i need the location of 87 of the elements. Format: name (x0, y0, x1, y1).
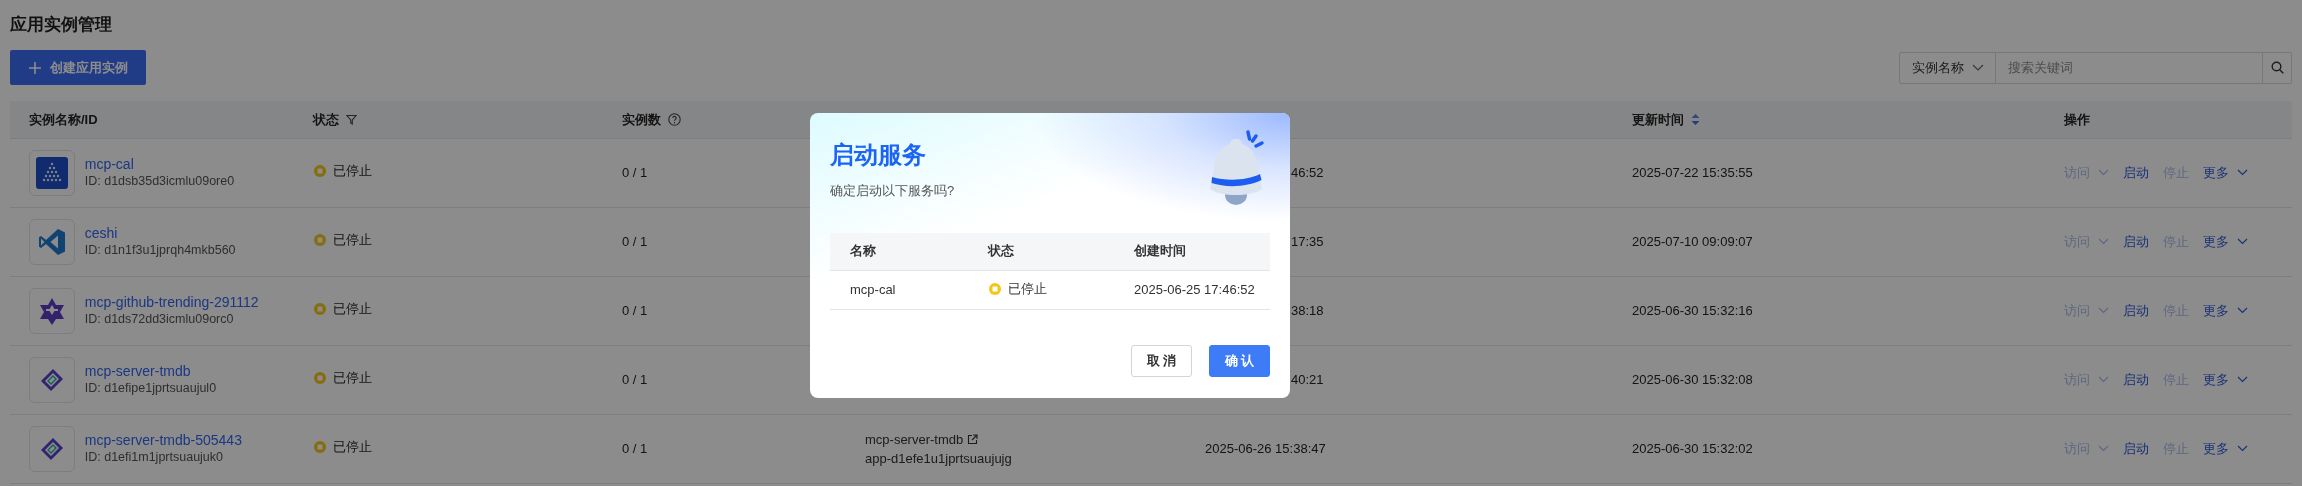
created-time: 40:21 (1291, 371, 1324, 387)
chevron-down-icon (2098, 445, 2109, 452)
column-header: 状态 (313, 110, 339, 129)
stopped-icon (313, 233, 327, 248)
app-id: app-d1efe1u1jprtsuaujujg (865, 449, 1013, 468)
instance-count: 0 / 1 (622, 440, 648, 456)
action-link[interactable]: 启动 (2123, 438, 2149, 459)
stopped-icon (313, 164, 327, 179)
instance-count: 0 / 1 (622, 371, 648, 387)
chevron-down-icon (2098, 169, 2109, 176)
column-header: 创建时间 (1134, 243, 1186, 258)
updated-time: 2025-06-30 15:32:08 (1632, 371, 1753, 387)
updated-time: 2025-07-10 09:09:07 (1632, 233, 1753, 249)
instance-name-link[interactable]: ceshi (84, 224, 236, 242)
pyramid-logo-icon (36, 156, 68, 189)
chevron-down-icon (2237, 169, 2248, 176)
search-field[interactable]: 搜索关键词 (1996, 51, 2262, 84)
action-link[interactable]: 更多 (2203, 162, 2248, 183)
created-time: 46:52 (1291, 164, 1324, 180)
updated-time: 2025-07-22 15:35:55 (1632, 164, 1753, 180)
action-link[interactable]: 更多 (2203, 231, 2248, 252)
cancel-button[interactable]: 取 消 (1131, 345, 1192, 377)
page-title: 应用实例管理 (10, 14, 113, 36)
updated-time: 2025-06-30 15:32:16 (1632, 302, 1753, 318)
column-header: 操作 (2064, 110, 2090, 129)
chevron-down-icon (2237, 238, 2248, 245)
updated-time: 2025-06-30 15:32:02 (1632, 440, 1753, 456)
chevron-down-icon (2237, 307, 2248, 314)
column-header: 实例数 (622, 110, 661, 129)
code-editor-logo-icon (37, 226, 67, 257)
search-icon (2270, 61, 2284, 74)
created-time: 2025-06-25 17:46:52 (1134, 282, 1255, 298)
sort-icon (1690, 112, 1700, 126)
chevron-down-icon (2237, 376, 2248, 383)
create-button[interactable]: 创建应用实例 (10, 50, 146, 85)
status-text: 已停止 (333, 369, 372, 388)
filter-icon (345, 113, 357, 125)
action-link[interactable]: 更多 (2203, 369, 2248, 390)
column-header: 名称 (850, 243, 876, 258)
instance-id: ID: d1ds72dd3icmlu09orc0 (84, 311, 235, 328)
stopped-icon (313, 302, 327, 317)
dialog-title: 启动服务 (830, 141, 927, 169)
status-text: 已停止 (333, 231, 372, 250)
instance-id: ID: d1efipe1jprtsuaujul0 (84, 380, 217, 397)
column-header: 实例名称/ID (29, 110, 98, 129)
instance-id: ID: d1n1f3u1jprqh4mkb560 (84, 242, 236, 259)
instance-id: ID: d1efi1m1jprtsuaujuk0 (84, 449, 225, 466)
status-text: 已停止 (333, 300, 372, 319)
chevron-down-icon (2098, 238, 2109, 245)
status-text: 已停止 (1008, 279, 1047, 298)
external-link-icon (966, 433, 978, 445)
status-text: 已停止 (333, 162, 372, 181)
action-link[interactable]: 启动 (2123, 369, 2149, 390)
stopped-icon (988, 281, 1002, 296)
column-header: 状态 (988, 243, 1014, 258)
created-time: 17:35 (1291, 233, 1324, 249)
service-name: mcp-cal (850, 282, 896, 298)
help-icon (667, 112, 681, 126)
confirm-button[interactable]: 确 认 (1209, 345, 1270, 377)
instance-name-link[interactable]: mcp-server-tmdb (84, 362, 217, 380)
stopped-icon (313, 440, 327, 455)
created-time: 38:18 (1291, 302, 1324, 318)
search-button[interactable] (2262, 51, 2292, 84)
stopped-icon (313, 371, 327, 386)
chevron-down-icon (2098, 307, 2109, 314)
dialog-message: 确定启动以下服务吗? (830, 182, 956, 200)
instance-count: 0 / 1 (622, 164, 648, 180)
chevron-down-icon (2098, 376, 2109, 383)
action-link[interactable]: 启动 (2123, 300, 2149, 321)
status-text: 已停止 (333, 438, 372, 457)
filter-dropdown[interactable]: 实例名称 (1899, 51, 1996, 84)
instance-name-link[interactable]: mcp-github-trending-291112 (84, 293, 259, 311)
plus-icon (28, 60, 42, 75)
instance-count: 0 / 1 (622, 233, 648, 249)
action-link[interactable]: 更多 (2203, 300, 2248, 321)
action-link[interactable]: 启动 (2123, 162, 2149, 183)
action-link[interactable]: 启动 (2123, 231, 2149, 252)
action-link[interactable]: 更多 (2203, 438, 2248, 459)
instance-id: ID: d1dsb35d3icmlu09ore0 (84, 173, 235, 190)
instance-name-link[interactable]: mcp-server-tmdb-505443 (84, 431, 242, 449)
chevron-down-icon (1972, 63, 1984, 72)
instance-name-link[interactable]: mcp-cal (84, 155, 235, 173)
created-time: 2025-06-26 15:38:47 (1205, 440, 1326, 456)
instance-count: 0 / 1 (622, 302, 648, 318)
column-header: 更新时间 (1632, 110, 1684, 129)
service-name: mcp-server-tmdb (865, 430, 964, 449)
chevron-down-icon (2237, 445, 2248, 452)
